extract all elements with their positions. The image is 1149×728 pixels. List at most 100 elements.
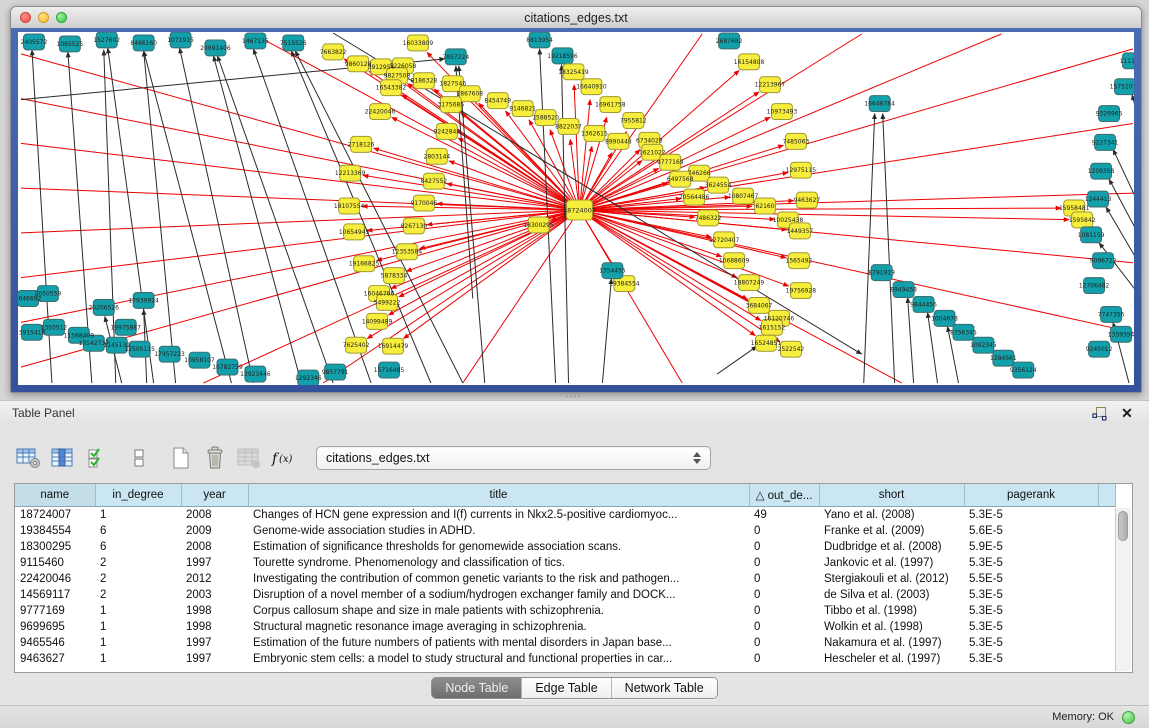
- table-cell[interactable]: 9465546: [15, 635, 95, 651]
- table-row[interactable]: 977716911998Corpus callosum shape and si…: [15, 603, 1115, 619]
- table-cell[interactable]: Structural magnetic resonance image aver…: [248, 619, 749, 635]
- table-cell[interactable]: 5.3E-5: [964, 619, 1098, 635]
- row-height-icon[interactable]: [124, 444, 154, 472]
- table-source-select[interactable]: citations_edges.txt: [316, 446, 711, 470]
- table-row[interactable]: 1872400712008Changes of HCN gene express…: [15, 507, 1115, 524]
- table-cell[interactable]: 18724007: [15, 507, 95, 524]
- table-cell[interactable]: 1: [95, 651, 181, 667]
- table-cell[interactable]: Genome-wide association studies in ADHD.: [248, 523, 749, 539]
- table-cell[interactable]: 9699695: [15, 619, 95, 635]
- table-cell[interactable]: Estimation of the future numbers of pati…: [248, 635, 749, 651]
- new-document-icon[interactable]: [166, 444, 196, 472]
- tab-node-table[interactable]: Node Table: [432, 678, 521, 698]
- table-cell[interactable]: 2008: [181, 507, 248, 524]
- select-checks-icon[interactable]: [82, 444, 112, 472]
- table-row[interactable]: 1938455462009Genome-wide association stu…: [15, 523, 1115, 539]
- table-cell[interactable]: 6: [95, 539, 181, 555]
- panel-resize-divider[interactable]: [0, 392, 1149, 400]
- table-row[interactable]: 946554611997Estimation of the future num…: [15, 635, 1115, 651]
- table-cell[interactable]: Jankovic et al. (1997): [819, 555, 964, 571]
- column-header-pagerank[interactable]: pagerank: [964, 484, 1098, 507]
- table-cell[interactable]: 5.3E-5: [964, 555, 1098, 571]
- table-cell[interactable]: 1: [95, 619, 181, 635]
- float-panel-icon[interactable]: [1091, 405, 1107, 421]
- column-header-title[interactable]: title: [248, 484, 749, 507]
- table-cell[interactable]: Estimation of significance thresholds fo…: [248, 539, 749, 555]
- table-cell[interactable]: 1997: [181, 651, 248, 667]
- table-cell[interactable]: 2: [95, 571, 181, 587]
- table-cell[interactable]: 1997: [181, 635, 248, 651]
- close-panel-icon[interactable]: ✕: [1119, 405, 1135, 421]
- table-cell[interactable]: 5.3E-5: [964, 603, 1098, 619]
- table-cell[interactable]: 9115460: [15, 555, 95, 571]
- table-cell[interactable]: 5.3E-5: [964, 507, 1098, 524]
- scrollbar-thumb[interactable]: [1118, 511, 1128, 541]
- function-builder-icon[interactable]: f(x): [268, 444, 298, 472]
- table-cell[interactable]: 5.3E-5: [964, 635, 1098, 651]
- table-cell[interactable]: Stergiakouli et al. (2012): [819, 571, 964, 587]
- table-cell[interactable]: 18300295: [15, 539, 95, 555]
- column-header-year[interactable]: year: [181, 484, 248, 507]
- table-cell[interactable]: 0: [749, 651, 819, 667]
- delete-trash-icon[interactable]: [200, 444, 230, 472]
- table-cell[interactable]: 14569117: [15, 587, 95, 603]
- table-cell[interactable]: 0: [749, 587, 819, 603]
- table-cell[interactable]: 5.9E-5: [964, 539, 1098, 555]
- tab-edge-table[interactable]: Edge Table: [521, 678, 610, 698]
- table-row[interactable]: 969969511998Structural magnetic resonanc…: [15, 619, 1115, 635]
- table-cell[interactable]: 5.5E-5: [964, 571, 1098, 587]
- table-cell[interactable]: Embryonic stem cells: a model to study s…: [248, 651, 749, 667]
- table-cell[interactable]: Dudbridge et al. (2008): [819, 539, 964, 555]
- table-cell[interactable]: 2008: [181, 539, 248, 555]
- citation-network-graph[interactable]: 2405572106552515276028466160107191520691…: [18, 32, 1134, 385]
- table-cell[interactable]: 0: [749, 619, 819, 635]
- window-titlebar[interactable]: citations_edges.txt: [11, 7, 1141, 29]
- table-cell[interactable]: 2012: [181, 571, 248, 587]
- table-cell[interactable]: Tourette syndrome. Phenomenology and cla…: [248, 555, 749, 571]
- table-cell[interactable]: 0: [749, 555, 819, 571]
- column-header-name[interactable]: name: [15, 484, 95, 507]
- table-cell[interactable]: 1998: [181, 619, 248, 635]
- table-cell[interactable]: 2003: [181, 587, 248, 603]
- table-cell[interactable]: Corpus callosum shape and size in male p…: [248, 603, 749, 619]
- table-cell[interactable]: Investigating the contribution of common…: [248, 571, 749, 587]
- column-header-short[interactable]: short: [819, 484, 964, 507]
- table-cell[interactable]: 6: [95, 523, 181, 539]
- table-cell[interactable]: Franke et al. (2009): [819, 523, 964, 539]
- table-cell[interactable]: 0: [749, 603, 819, 619]
- table-settings-icon[interactable]: [14, 444, 44, 472]
- table-cell[interactable]: 0: [749, 523, 819, 539]
- table-cell[interactable]: Hescheler et al. (1997): [819, 651, 964, 667]
- table-cell[interactable]: 1998: [181, 603, 248, 619]
- table-cell[interactable]: Yano et al. (2008): [819, 507, 964, 524]
- table-cell[interactable]: Wolkin et al. (1998): [819, 619, 964, 635]
- table-cell[interactable]: 2: [95, 587, 181, 603]
- table-cell[interactable]: 5.3E-5: [964, 651, 1098, 667]
- node-table-grid[interactable]: namein_degreeyeartitle△ out_de...shortpa…: [15, 484, 1116, 667]
- table-row[interactable]: 1830029562008Estimation of significance …: [15, 539, 1115, 555]
- table-cell[interactable]: Disruption of a novel member of a sodium…: [248, 587, 749, 603]
- column-header-out_de[interactable]: △ out_de...: [749, 484, 819, 507]
- table-scrollbar[interactable]: [1115, 508, 1131, 671]
- table-cell[interactable]: 9777169: [15, 603, 95, 619]
- table-cell[interactable]: 5.6E-5: [964, 523, 1098, 539]
- table-cell[interactable]: 1997: [181, 555, 248, 571]
- table-cell[interactable]: 19384554: [15, 523, 95, 539]
- table-cell[interactable]: 5.3E-5: [964, 587, 1098, 603]
- table-cell[interactable]: 2009: [181, 523, 248, 539]
- table-row[interactable]: 2242004622012Investigating the contribut…: [15, 571, 1115, 587]
- column-chooser-icon[interactable]: [48, 444, 78, 472]
- table-cell[interactable]: 22420046: [15, 571, 95, 587]
- table-cell[interactable]: 0: [749, 571, 819, 587]
- table-cell[interactable]: 0: [749, 539, 819, 555]
- table-cell[interactable]: 9463627: [15, 651, 95, 667]
- table-cell[interactable]: 1: [95, 603, 181, 619]
- table-row[interactable]: 946362711997Embryonic stem cells: a mode…: [15, 651, 1115, 667]
- table-cell[interactable]: 1: [95, 507, 181, 524]
- table-cell[interactable]: Tibbo et al. (1998): [819, 603, 964, 619]
- table-cell[interactable]: de Silva et al. (2003): [819, 587, 964, 603]
- table-row[interactable]: 1456911722003Disruption of a novel membe…: [15, 587, 1115, 603]
- table-cell[interactable]: Nakamura et al. (1997): [819, 635, 964, 651]
- network-canvas[interactable]: 2405572106552515276028466160107191520691…: [18, 32, 1134, 385]
- column-header-in_degree[interactable]: in_degree: [95, 484, 181, 507]
